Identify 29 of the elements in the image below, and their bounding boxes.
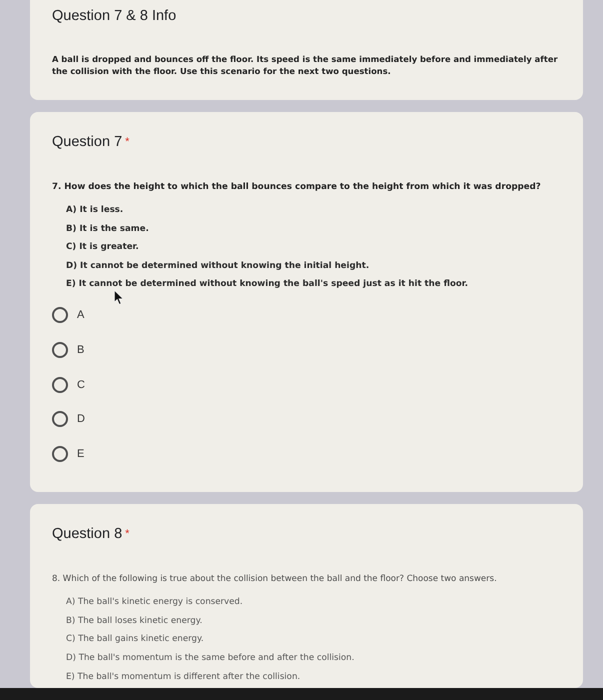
mouse-pointer-icon — [114, 290, 124, 305]
question-text: 8. Which of the following is true about the collision between the ball and the floor? Choose two answers. — [52, 573, 497, 586]
radio-button[interactable] — [52, 411, 68, 428]
scenario-text: A ball is dropped and bounces off the floor. Its speed is the same immediately before and immediately after the collision with the floor. Use this scenario for the next two questions. — [52, 53, 559, 77]
option-label: E — [77, 446, 84, 462]
option-label: B — [77, 342, 84, 358]
radio-button[interactable] — [52, 307, 68, 324]
answer-choice-text: B) The ball loses kinetic energy. — [66, 614, 202, 627]
radio-button[interactable] — [52, 342, 68, 358]
answer-choice-text: A) It is less. — [66, 204, 124, 216]
option-label: D — [77, 412, 85, 428]
answer-choice-text: E) The ball's momentum is different after the collision. — [66, 670, 300, 682]
required-asterisk: * — [125, 528, 130, 540]
question-title: Question 7 — [52, 134, 122, 150]
answer-choice-text: D) The ball's momentum is the same before and after the collision. — [66, 652, 354, 664]
section-title: Question 7 & 8 Info — [52, 7, 178, 26]
answer-choice-text: C) It is greater. — [66, 241, 139, 254]
question-title: Question 8 — [52, 526, 122, 542]
option-label: A — [77, 308, 84, 324]
radio-button[interactable] — [52, 376, 68, 393]
option-label: C — [77, 378, 85, 392]
answer-choice-text: C) The ball gains kinetic energy. — [66, 633, 204, 646]
radio-button[interactable] — [52, 446, 68, 462]
answer-choice-text: D) It cannot be determined without knowing the initial height. — [66, 260, 370, 272]
question-text: 7. How does the height to which the ball bounces compare to the height from which it was dropped? — [52, 181, 541, 193]
answer-choice-text: E) It cannot be determined without knowing the ball's speed just as it hit the floor. — [66, 278, 468, 290]
answer-choice-text: A) The ball's kinetic energy is conserved. — [66, 596, 243, 608]
answer-choice-text: B) It is the same. — [66, 222, 149, 235]
required-asterisk: * — [125, 136, 130, 148]
